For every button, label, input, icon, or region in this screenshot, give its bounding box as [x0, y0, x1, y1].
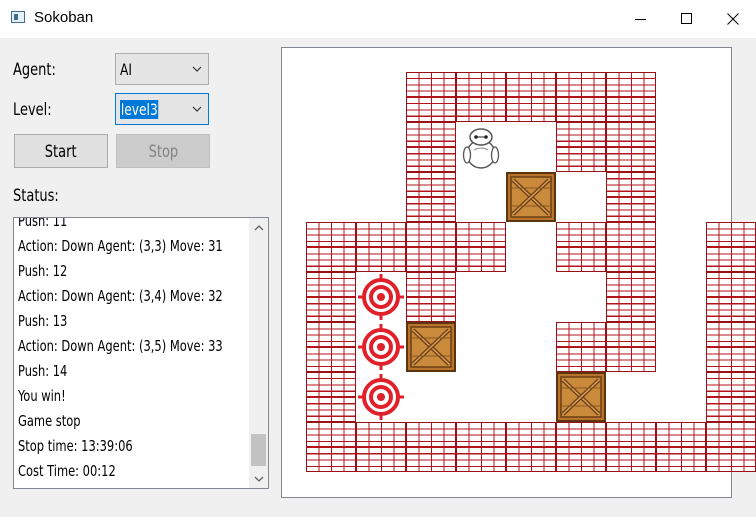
- wall-tile: [356, 222, 406, 272]
- status-scrollbar[interactable]: [249, 218, 268, 488]
- wall-tile: [456, 222, 506, 272]
- crate-icon: [506, 172, 556, 222]
- wall-tile: [406, 272, 456, 322]
- status-line: Push: 12: [18, 262, 68, 280]
- wall-tile: [306, 422, 356, 472]
- wall-tile: [406, 72, 456, 122]
- chevron-up-icon: [254, 224, 263, 230]
- wall-tile: [306, 272, 356, 322]
- wall-tile: [556, 72, 606, 122]
- chevron-down-icon: [254, 476, 263, 482]
- level-select-value: level3: [120, 100, 159, 119]
- wall-tile: [606, 122, 656, 172]
- chevron-down-icon: [192, 66, 202, 72]
- wall-tile: [606, 222, 656, 272]
- wall-tile: [706, 322, 756, 372]
- target-icon: [356, 322, 406, 372]
- stop-button-label: Stop: [148, 142, 178, 162]
- minimize-button[interactable]: [618, 0, 664, 38]
- level-select[interactable]: level3: [115, 93, 209, 125]
- stop-button[interactable]: Stop: [116, 134, 210, 168]
- window-title: Sokoban: [34, 9, 94, 26]
- status-line: You win!: [18, 387, 66, 405]
- level-label: Level:: [13, 100, 52, 120]
- status-line: Action: Down Agent: (3,5) Move: 33: [18, 337, 223, 355]
- status-line: Push: 13: [18, 312, 68, 330]
- maximize-icon: [681, 13, 692, 24]
- title-bar[interactable]: Sokoban: [0, 0, 756, 38]
- start-button-label: Start: [45, 142, 77, 162]
- wall-tile: [306, 222, 356, 272]
- status-line: Game stop: [18, 412, 81, 430]
- status-label: Status:: [13, 186, 59, 206]
- maximize-button[interactable]: [664, 0, 710, 38]
- wall-tile: [606, 72, 656, 122]
- status-lines: Push: 11 Action: Down Agent: (3,3) Move: …: [18, 217, 246, 484]
- app-icon: [11, 11, 25, 23]
- status-line: Action: Down Agent: (3,4) Move: 32: [18, 287, 223, 305]
- wall-tile: [306, 372, 356, 422]
- wall-tile: [406, 172, 456, 222]
- status-line: Action: Down Agent: (3,3) Move: 31: [18, 237, 223, 255]
- target-icon: [356, 372, 406, 422]
- status-line: Push: 11: [18, 217, 68, 230]
- agent-select-value: AI: [120, 60, 132, 79]
- wall-tile: [556, 322, 606, 372]
- status-line: Cost Time: 00:12: [18, 462, 116, 480]
- wall-tile: [706, 222, 756, 272]
- wall-tile: [556, 122, 606, 172]
- wall-tile: [706, 422, 756, 472]
- status-line: Stop time: 13:39:06: [18, 437, 133, 455]
- status-line: Push: 14: [18, 362, 68, 380]
- agent-select[interactable]: AI: [115, 53, 209, 85]
- scroll-up-button[interactable]: [249, 218, 268, 236]
- wall-tile: [606, 272, 656, 322]
- crate-icon: [556, 372, 606, 422]
- wall-tile: [406, 122, 456, 172]
- wall-tile: [556, 422, 606, 472]
- target-icon: [356, 272, 406, 322]
- wall-tile: [606, 422, 656, 472]
- status-log[interactable]: Push: 11 Action: Down Agent: (3,3) Move: …: [13, 217, 269, 489]
- crate-icon: [406, 322, 456, 372]
- wall-tile: [456, 72, 506, 122]
- wall-tile: [306, 322, 356, 372]
- close-button[interactable]: [710, 0, 756, 38]
- scroll-down-button[interactable]: [249, 470, 268, 488]
- close-icon: [727, 13, 739, 25]
- chevron-down-icon: [192, 106, 202, 112]
- wall-tile: [456, 422, 506, 472]
- scroll-thumb[interactable]: [251, 434, 266, 466]
- start-button[interactable]: Start: [14, 134, 108, 168]
- agent-robot-icon: [456, 122, 506, 172]
- wall-tile: [606, 172, 656, 222]
- wall-tile: [706, 272, 756, 322]
- minimize-icon: [635, 19, 646, 20]
- wall-tile: [406, 222, 456, 272]
- wall-tile: [506, 72, 556, 122]
- wall-tile: [706, 372, 756, 422]
- wall-tile: [606, 322, 656, 372]
- wall-tile: [656, 422, 706, 472]
- agent-label: Agent:: [13, 60, 56, 80]
- wall-tile: [506, 422, 556, 472]
- wall-tile: [556, 222, 606, 272]
- wall-tile: [406, 422, 456, 472]
- wall-tile: [356, 422, 406, 472]
- game-board[interactable]: [281, 47, 756, 498]
